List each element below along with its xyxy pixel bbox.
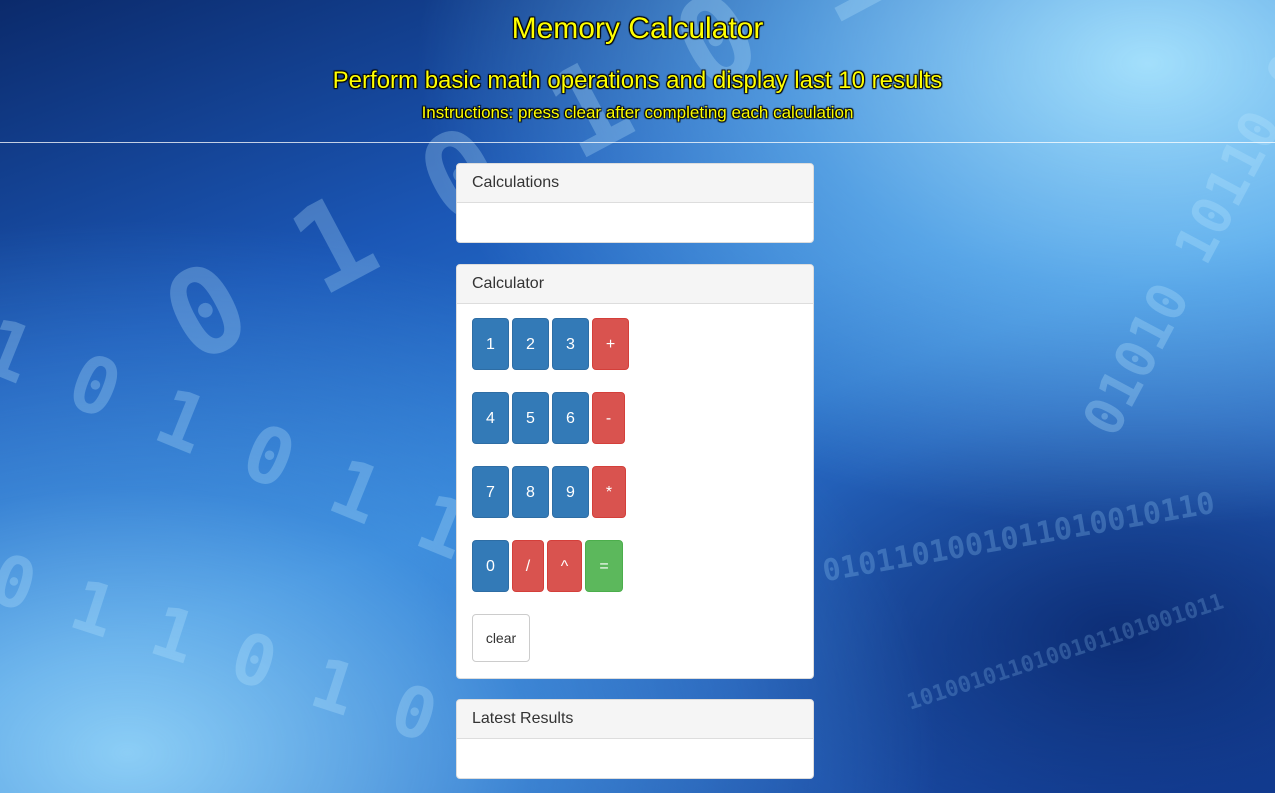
key-2-button[interactable]: 2 [512, 318, 549, 370]
calculations-panel-heading: Calculations [457, 164, 813, 203]
subtract-button[interactable]: - [592, 392, 625, 444]
key-9-button[interactable]: 9 [552, 466, 589, 518]
key-3-button[interactable]: 3 [552, 318, 589, 370]
latest-results-panel-heading: Latest Results [457, 700, 813, 739]
add-button[interactable]: + [592, 318, 629, 370]
divide-button[interactable]: / [512, 540, 544, 592]
background-binary-decoration: 1010010110100101101001011 [904, 589, 1227, 716]
instructions-text: Instructions: press clear after completi… [421, 103, 854, 122]
key-6-button[interactable]: 6 [552, 392, 589, 444]
calculator-panel: Calculator 1 2 3 + 4 5 6 - 7 8 9 * 0 / ^… [456, 264, 814, 679]
key-5-button[interactable]: 5 [512, 392, 549, 444]
calculations-panel: Calculations [456, 163, 814, 243]
background-binary-decoration: 0 1 1 0 1 0 1 [0, 537, 528, 785]
calculator-panel-heading: Calculator [457, 265, 813, 304]
key-1-button[interactable]: 1 [472, 318, 509, 370]
power-button[interactable]: ^ [547, 540, 582, 592]
page-title: Memory Calculator [511, 12, 764, 45]
multiply-button[interactable]: * [592, 466, 626, 518]
latest-results-panel: Latest Results [456, 699, 814, 779]
page-header: Memory Calculator Perform basic math ope… [0, 0, 1275, 143]
clear-button[interactable]: clear [472, 614, 530, 662]
key-8-button[interactable]: 8 [512, 466, 549, 518]
background-binary-decoration: 0101101001011010010110 [819, 485, 1218, 590]
equals-button[interactable]: = [585, 540, 623, 592]
key-4-button[interactable]: 4 [472, 392, 509, 444]
page-subtitle: Perform basic math operations and displa… [332, 67, 943, 94]
key-7-button[interactable]: 7 [472, 466, 509, 518]
key-0-button[interactable]: 0 [472, 540, 509, 592]
